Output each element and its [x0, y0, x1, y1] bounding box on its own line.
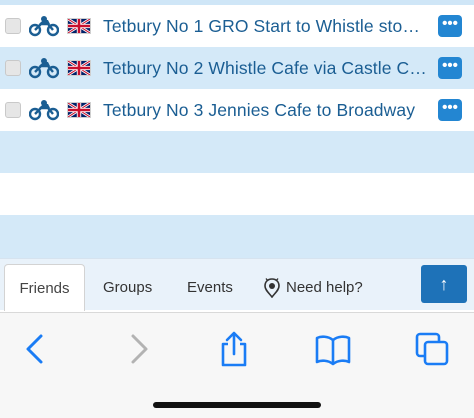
route-row[interactable]: Tetbury No 1 GRO Start to Whistle stop .… [0, 5, 474, 48]
home-indicator[interactable] [153, 402, 321, 408]
uk-flag-icon [67, 60, 91, 76]
bookmarks-icon[interactable] [315, 331, 351, 367]
tab-friends[interactable]: Friends [4, 264, 85, 311]
tab-need-help[interactable]: Need help? [264, 264, 363, 311]
empty-list-band [0, 173, 474, 215]
share-icon[interactable] [216, 331, 252, 367]
empty-list-band [0, 215, 474, 258]
more-options-button[interactable]: ••• [438, 99, 462, 121]
tab-groups[interactable]: Groups [103, 264, 152, 311]
need-help-label: Need help? [286, 279, 363, 296]
route-title[interactable]: Tetbury No 2 Whistle Cafe via Castle Co.… [103, 58, 428, 79]
route-title[interactable]: Tetbury No 3 Jennies Cafe to Broadway [103, 100, 428, 121]
uk-flag-icon [67, 18, 91, 34]
scroll-to-top-button[interactable]: ↑ [421, 265, 467, 303]
select-checkbox[interactable] [5, 60, 21, 76]
route-row[interactable]: Tetbury No 2 Whistle Cafe via Castle Co.… [0, 47, 474, 90]
more-options-button[interactable]: ••• [438, 57, 462, 79]
assistant-icon [264, 277, 280, 298]
route-row[interactable]: Tetbury No 3 Jennies Cafe to Broadway ••… [0, 89, 474, 132]
tabs-icon[interactable] [414, 331, 450, 367]
motorcycle-icon [29, 100, 59, 121]
motorcycle-icon [29, 58, 59, 79]
more-options-button[interactable]: ••• [438, 15, 462, 37]
select-checkbox[interactable] [5, 18, 21, 34]
back-chevron-icon[interactable] [18, 331, 54, 367]
route-title[interactable]: Tetbury No 1 GRO Start to Whistle stop .… [103, 16, 428, 37]
tab-events[interactable]: Events [187, 264, 233, 311]
empty-list-band [0, 131, 474, 173]
forward-chevron-icon[interactable] [120, 331, 156, 367]
select-checkbox[interactable] [5, 102, 21, 118]
motorcycle-icon [29, 16, 59, 37]
uk-flag-icon [67, 102, 91, 118]
social-tab-bar: Friends Groups Events Need help? [0, 258, 474, 311]
